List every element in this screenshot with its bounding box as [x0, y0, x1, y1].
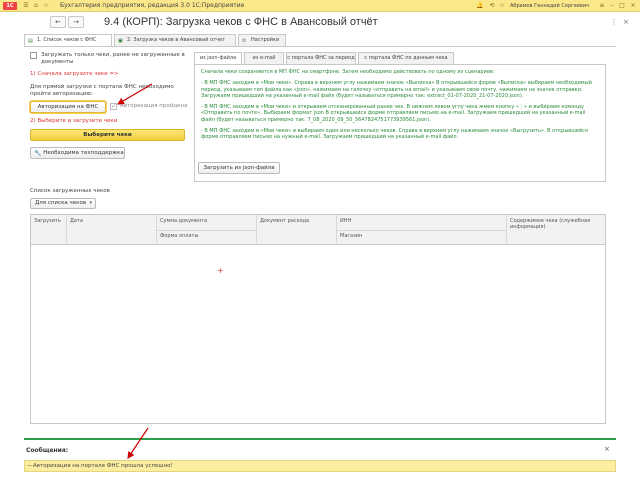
- info-paragraph: - В МП ФНС заходим в «Мои чеки» и выбира…: [201, 128, 588, 141]
- gear-icon: ⚙: [242, 38, 247, 44]
- star-outline-icon[interactable]: ☆: [498, 2, 506, 10]
- only-not-loaded-checkbox[interactable]: [30, 52, 37, 59]
- forward-button[interactable]: →: [68, 16, 84, 28]
- column-header: Форма оплаты: [160, 233, 199, 239]
- column-header: Загрузить: [34, 218, 61, 224]
- back-button[interactable]: ←: [50, 16, 66, 28]
- tab-load-to-report[interactable]: ▣ 2. Загрузка чеков в Авансовый отчет: [114, 34, 236, 46]
- tech-support-button[interactable]: 🔧 Необходима техподдержка: [30, 147, 125, 159]
- column-expense-doc[interactable]: Документ расхода: [257, 215, 337, 245]
- list-mode-select[interactable]: Для списка чеков ▾: [30, 198, 96, 209]
- document-icon: ▣: [118, 38, 123, 44]
- messages-title: Сообщения:: [26, 447, 69, 454]
- tab-label: 1. Список чеков с ФНС: [37, 37, 97, 43]
- message-dash: —: [27, 463, 33, 469]
- column-header: Магазин: [340, 233, 363, 239]
- column-inn[interactable]: ИНН Магазин: [337, 215, 507, 245]
- app-title: Бухгалтерия предприятия, редакция 3.0 1С…: [60, 2, 245, 9]
- tabs-divider: [24, 46, 616, 47]
- auth-done-label: Авторизация пройдена: [120, 103, 188, 109]
- header-divider: [157, 230, 257, 231]
- loaded-checks-label: Список загруженных чеков: [30, 188, 110, 194]
- first-load-hint: 1) Сначала загрузите чеки =>: [30, 71, 119, 77]
- form-header: ← → 9.4 (КОРП): Загрузка чеков с ФНС в А…: [0, 12, 640, 32]
- window-close-icon[interactable]: ×: [629, 2, 637, 10]
- home-icon[interactable]: ⌂: [32, 2, 40, 10]
- column-header: ИНН: [340, 218, 352, 224]
- more-icon[interactable]: ⋮: [610, 17, 618, 27]
- auth-done-checkbox: ✓: [110, 103, 117, 110]
- info-paragraph: - В МП ФНС заходим в «Мои чеки» и открыв…: [201, 104, 586, 123]
- maximize-icon[interactable]: □: [618, 2, 626, 10]
- messages-close-icon[interactable]: ×: [604, 445, 610, 453]
- choose-checks-hint: 2) Выберите и загрузите чеки: [30, 118, 118, 124]
- chevron-down-icon: ▾: [89, 200, 92, 206]
- table-header: Загрузить Дата Сумма документа Форма опл…: [31, 215, 605, 245]
- message-text: Авторизация на портале ФНС прошла успешн…: [33, 463, 173, 469]
- load-json-button[interactable]: Загрузить из json-файла: [198, 162, 280, 174]
- subtab-email[interactable]: из e-mail: [244, 52, 284, 64]
- arrow-to-message: [127, 427, 149, 459]
- mouse-cursor-icon: +: [217, 266, 224, 275]
- wrench-icon: 🔧: [34, 150, 42, 157]
- column-sum[interactable]: Сумма документа Форма оплаты: [157, 215, 257, 245]
- tab-label: Настройки: [251, 37, 280, 43]
- subtab-fns-check[interactable]: с портала ФНС по данным чека: [358, 52, 454, 64]
- column-content[interactable]: Содержимое чека (служебная информация): [507, 215, 605, 245]
- column-header: Документ расхода: [260, 218, 310, 224]
- fns-auth-button[interactable]: Авторизация на ФНС: [30, 101, 106, 113]
- minimize-icon[interactable]: –: [608, 2, 616, 10]
- tech-support-label: Необходима техподдержка: [43, 150, 124, 156]
- menu-icon[interactable]: ☰: [22, 2, 30, 10]
- tab-settings[interactable]: ⚙ Настройки: [238, 34, 286, 46]
- messages-divider: [24, 438, 616, 440]
- column-loaded[interactable]: Загрузить: [31, 215, 67, 245]
- subtab-fns-period[interactable]: с портала ФНС за период: [286, 52, 356, 64]
- title-bar: 1С ☰ ⌂ ☆ Бухгалтерия предприятия, редакц…: [0, 0, 640, 12]
- user-name[interactable]: Абрамов Геннадий Сергеевич: [510, 2, 589, 10]
- star-icon[interactable]: ☆: [42, 2, 50, 10]
- form-close-icon[interactable]: ×: [622, 17, 630, 27]
- header-divider: [337, 230, 507, 231]
- list-mode-value: Для списка чеков: [35, 200, 87, 206]
- column-date[interactable]: Дата: [67, 215, 157, 245]
- column-header: Дата: [70, 218, 83, 224]
- info-paragraph: - В МП ФНС заходим в «Мои чеки». Справа …: [201, 80, 592, 99]
- tab-label: 2. Загрузка чеков в Авансовый отчет: [127, 37, 226, 43]
- loaded-checks-table[interactable]: Загрузить Дата Сумма документа Форма опл…: [30, 214, 606, 424]
- auth-note: Для прямой загрузки с портала ФНС необхо…: [30, 84, 174, 97]
- column-header: Сумма документа: [160, 218, 208, 224]
- column-header: Содержимое чека (служебная информация): [510, 218, 591, 230]
- only-not-loaded-label: Загружать только чеки, ранее не загружен…: [41, 52, 185, 65]
- page-title: 9.4 (КОРП): Загрузка чеков с ФНС в Аванс…: [104, 16, 378, 28]
- history-icon[interactable]: ⟲: [488, 2, 496, 10]
- list-icon: ▤: [28, 38, 33, 44]
- message-item[interactable]: — Авторизация на портале ФНС прошла успе…: [24, 460, 616, 472]
- bell-icon[interactable]: 🔔: [476, 2, 484, 10]
- choose-checks-button[interactable]: Выберите чеки: [30, 129, 185, 141]
- app-logo-icon: 1С: [3, 2, 17, 10]
- settings-icon[interactable]: ≡: [598, 2, 606, 10]
- info-paragraph: Сначала чеки сохраняются в МП ФНС на сма…: [201, 69, 495, 75]
